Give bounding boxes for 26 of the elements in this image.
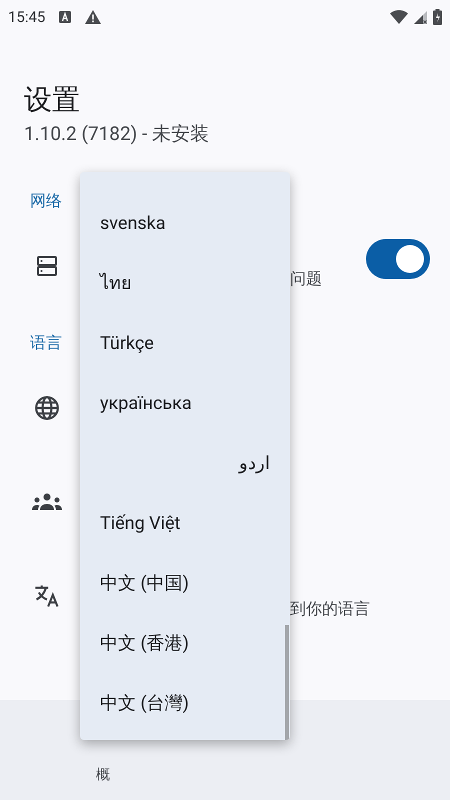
- people-icon: [32, 492, 62, 512]
- setting-text: 问题: [290, 268, 322, 290]
- menu-item[interactable]: Türkçe: [100, 333, 154, 354]
- server-icon: [35, 254, 59, 278]
- menu-item[interactable]: اردو: [239, 453, 270, 474]
- menu-item[interactable]: ไทย: [100, 273, 132, 294]
- globe-icon: [34, 394, 60, 420]
- signal-icon: [414, 10, 427, 24]
- menu-item[interactable]: 中文 (中国): [100, 573, 189, 594]
- wifi-icon: [390, 10, 408, 24]
- version-text: 1.10.2 (7182) - 未安装: [24, 121, 210, 147]
- nav-label[interactable]: 概: [96, 765, 110, 786]
- menu-item[interactable]: Tiếng Việt: [100, 513, 180, 534]
- page-title: 设置: [24, 82, 81, 118]
- setting-text: 到你的语言: [290, 598, 370, 620]
- battery-icon: [433, 9, 442, 25]
- menu-item[interactable]: 中文 (香港): [100, 633, 189, 654]
- notification-icon: [59, 11, 72, 23]
- menu-item[interactable]: 中文 (台灣): [100, 693, 189, 714]
- section-header: 语言: [30, 332, 62, 354]
- section-header: 网络: [30, 190, 62, 212]
- status-time: 15:45: [8, 6, 46, 28]
- warning-icon: [85, 10, 102, 24]
- menu-item[interactable]: українська: [100, 393, 192, 414]
- toggle-switch[interactable]: [366, 238, 430, 278]
- menu-item[interactable]: svenska: [100, 213, 166, 234]
